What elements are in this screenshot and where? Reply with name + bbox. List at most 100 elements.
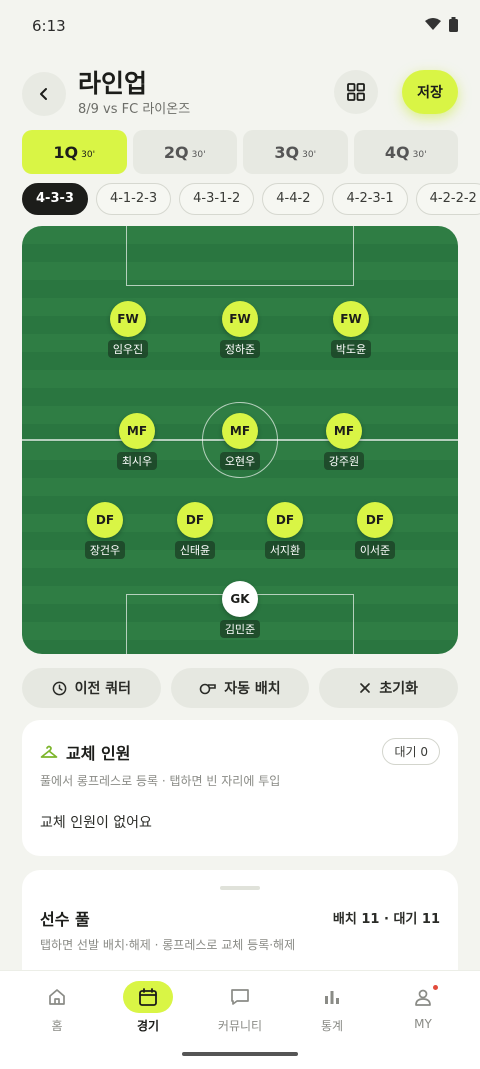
person-icon (398, 981, 448, 1013)
player-slot[interactable]: FW 임우진 (88, 301, 168, 358)
player-name: 김민준 (219, 620, 261, 638)
grid-icon (347, 83, 365, 101)
substitutes-empty-message: 교체 인원이 없어요 (40, 815, 152, 831)
quarter-minutes: 30' (302, 149, 317, 160)
page-title: 라인업 (78, 69, 148, 98)
formation-chip-4-4-2[interactable]: 4-4-2 (262, 183, 325, 215)
previous-quarter-button[interactable]: 이전 쿼터 (22, 668, 161, 708)
notification-dot (433, 985, 438, 990)
player-slot[interactable]: DF 서지환 (245, 502, 325, 559)
nav-item-home[interactable]: 홈 (17, 981, 97, 1034)
nav-label: 커뮤니티 (217, 1019, 263, 1033)
page-subtitle: 8/9 vs FC 라이온즈 (78, 102, 191, 117)
calendar-icon (123, 981, 173, 1013)
wifi-icon (425, 18, 441, 30)
save-button[interactable]: 저장 (402, 70, 458, 114)
reset-label: 초기화 (379, 681, 418, 697)
quarter-label: 4Q (384, 142, 410, 162)
position-badge: DF (177, 502, 213, 538)
quarter-label: 2Q (163, 142, 189, 162)
clock-icon (52, 681, 66, 695)
player-name: 박도윤 (330, 340, 372, 358)
nav-item-my[interactable]: MY (383, 981, 463, 1031)
player-slot[interactable]: MF 오현우 (200, 413, 280, 470)
bar-chart-icon (307, 981, 357, 1013)
position-badge: FW (333, 301, 369, 337)
quarter-minutes: 30' (412, 149, 427, 160)
formation-chip-4-2-2-2[interactable]: 4-2-2-2 (415, 183, 480, 215)
reset-button[interactable]: 초기화 (319, 668, 459, 708)
nav-item-community[interactable]: 커뮤니티 (200, 981, 280, 1034)
position-badge: MF (119, 413, 155, 449)
formation-chip-4-1-2-3[interactable]: 4-1-2-3 (95, 183, 172, 215)
player-slot[interactable]: MF 최시우 (97, 413, 177, 470)
position-badge: GK (222, 581, 258, 617)
position-badge: MF (326, 413, 362, 449)
player-name: 최시우 (116, 452, 158, 470)
player-slot[interactable]: FW 정하준 (200, 301, 280, 358)
position-badge: DF (267, 502, 303, 538)
player-name: 서지환 (264, 541, 306, 559)
grid-view-button[interactable] (334, 70, 378, 114)
auto-assign-button[interactable]: 자동 배치 (170, 668, 310, 708)
player-pool-hint: 탭하면 선발 배치·해제 · 롱프레스로 교체 등록·해제 (40, 938, 296, 952)
top-penalty-box (126, 226, 354, 286)
drag-handle[interactable] (220, 886, 260, 890)
player-name: 이서준 (354, 541, 396, 559)
home-indicator (182, 1052, 298, 1056)
tab-quarter-1[interactable]: 1Q 30' (22, 130, 127, 174)
pitch: FW 임우진 FW 정하준 FW 박도윤 MF 최시우 MF 오현우 MF 강주… (22, 226, 458, 654)
nav-label: 홈 (51, 1019, 63, 1033)
battery-icon (449, 17, 458, 32)
player-slot[interactable]: FW 박도윤 (311, 301, 391, 358)
position-badge: DF (87, 502, 123, 538)
formation-chip-4-3-1-2[interactable]: 4-3-1-2 (179, 183, 255, 215)
formation-chip-4-3-3[interactable]: 4-3-3 (22, 183, 88, 215)
previous-quarter-label: 이전 쿼터 (74, 681, 132, 697)
player-name: 오현우 (219, 452, 261, 470)
player-name: 임우진 (107, 340, 149, 358)
player-name: 강주원 (323, 452, 365, 470)
hanger-icon (40, 745, 58, 758)
back-button[interactable] (22, 72, 66, 116)
status-time: 6:13 (32, 17, 66, 35)
position-badge: FW (110, 301, 146, 337)
substitutes-title: 교체 인원 (66, 744, 131, 763)
player-name: 장건우 (84, 541, 126, 559)
position-badge: DF (357, 502, 393, 538)
player-pool-count: 배치 11 · 대기 11 (332, 912, 440, 927)
header: 라인업 8/9 vs FC 라이온즈 저장 (0, 64, 480, 120)
formation-chip-4-2-3-1[interactable]: 4-2-3-1 (332, 183, 408, 215)
player-name: 정하준 (219, 340, 261, 358)
nav-label: MY (414, 1017, 432, 1031)
chat-icon (215, 981, 265, 1013)
formation-chips: 4-3-3 4-1-2-3 4-3-1-2 4-4-2 4-2-3-1 4-2-… (22, 183, 480, 215)
player-pool-title: 선수 풀 (40, 910, 90, 929)
nav-item-stats[interactable]: 통계 (292, 981, 372, 1034)
quarter-minutes: 30' (191, 149, 206, 160)
home-icon (32, 981, 82, 1013)
auto-assign-label: 자동 배치 (224, 681, 281, 697)
substitutes-hint: 풀에서 롱프레스로 등록 · 탭하면 빈 자리에 투입 (40, 774, 281, 788)
waiting-count-badge: 대기 0 (382, 738, 440, 765)
position-badge: MF (222, 413, 258, 449)
player-slot[interactable]: DF 이서준 (335, 502, 415, 559)
player-slot[interactable]: MF 강주원 (304, 413, 384, 470)
tab-quarter-3[interactable]: 3Q 30' (243, 130, 348, 174)
substitutes-card: 교체 인원 대기 0 풀에서 롱프레스로 등록 · 탭하면 빈 자리에 투입 교… (22, 720, 458, 856)
chevron-left-icon (40, 88, 47, 100)
status-icons (425, 17, 458, 32)
player-slot[interactable]: DF 신태윤 (155, 502, 235, 559)
quarter-minutes: 30' (81, 149, 96, 160)
tab-quarter-4[interactable]: 4Q 30' (353, 130, 458, 174)
whistle-icon (199, 683, 217, 694)
tab-quarter-2[interactable]: 2Q 30' (132, 130, 237, 174)
nav-item-match[interactable]: 경기 (108, 981, 188, 1034)
status-bar: 6:13 (0, 0, 480, 52)
player-slot[interactable]: DF 장건우 (65, 502, 145, 559)
quarter-label: 1Q (53, 142, 79, 162)
player-slot[interactable]: GK 김민준 (200, 581, 280, 638)
nav-label: 통계 (320, 1019, 344, 1033)
position-badge: FW (222, 301, 258, 337)
quarter-tabs: 1Q 30' 2Q 30' 3Q 30' 4Q 30' (22, 130, 458, 174)
